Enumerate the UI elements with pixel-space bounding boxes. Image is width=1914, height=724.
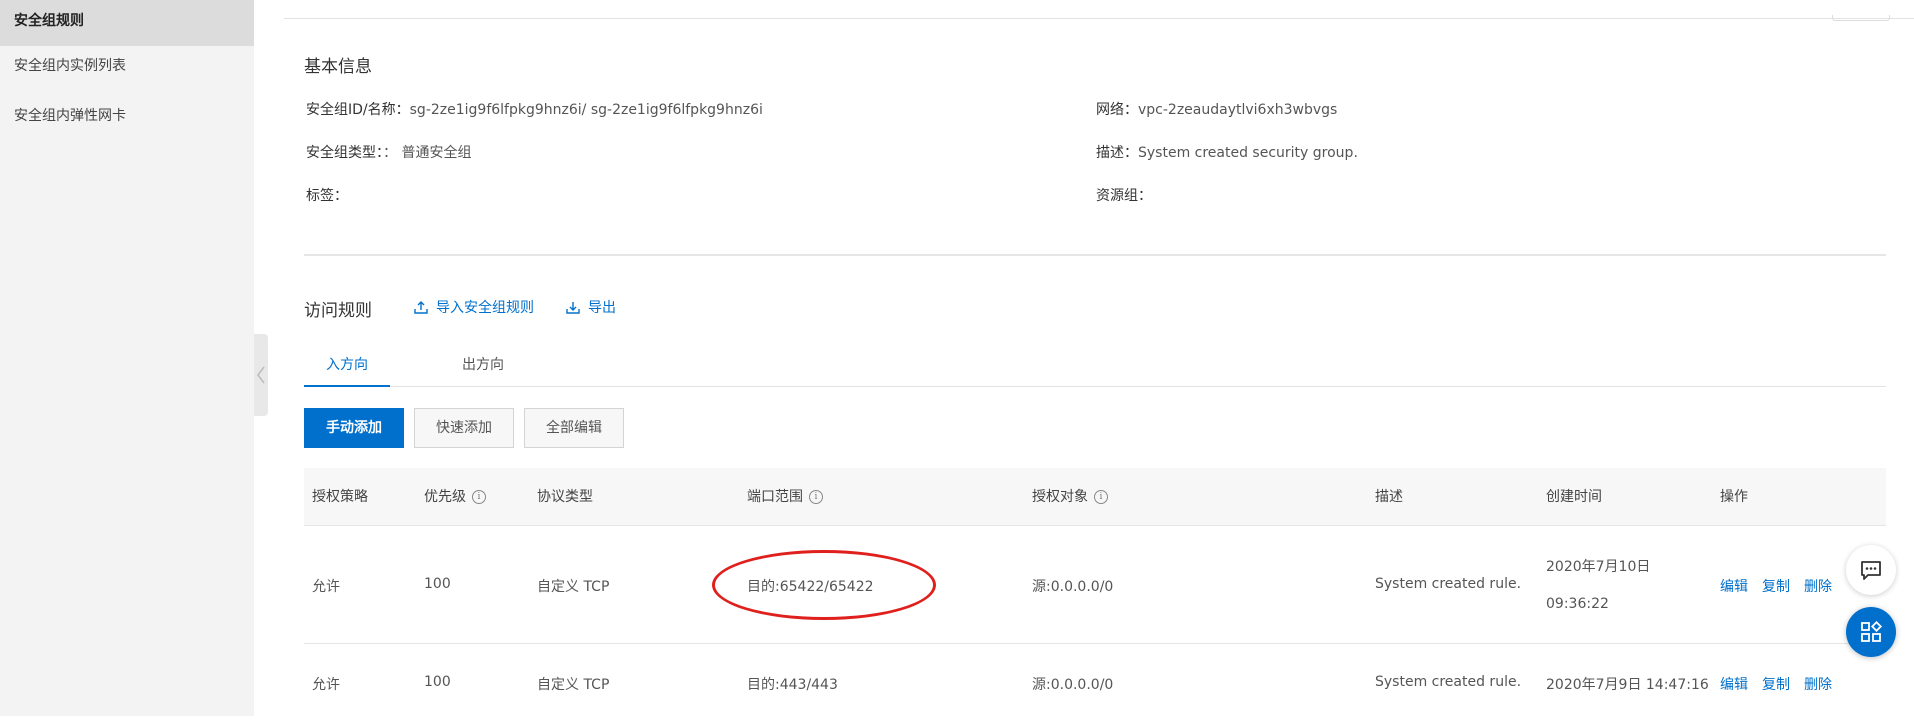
col-actions: 操作 [1720, 468, 1748, 526]
manual-add-button[interactable]: 手动添加 [304, 408, 404, 448]
col-port-range: 端口范围 i [747, 468, 823, 526]
row-protocol: 自定义 TCP [537, 677, 610, 693]
col-created-label: 创建时间 [1546, 489, 1602, 505]
col-description: 描述 [1375, 468, 1403, 526]
network-value: vpc-2zeaudaytlvi6xh3wbvgs [1138, 102, 1338, 118]
info-icon[interactable]: i [1094, 490, 1108, 504]
col-priority-label: 优先级 [424, 489, 466, 505]
copy-link[interactable]: 复制 [1762, 576, 1790, 596]
info-icon[interactable]: i [809, 490, 823, 504]
tags-label: 标签： [306, 188, 348, 204]
row-description: System created rule. [1375, 576, 1522, 592]
highlight-annotation [712, 550, 936, 620]
rules-table-header: 授权策略 优先级 i 协议类型 端口范围 i 授权对象 i 描述 创建时间 操作 [304, 468, 1886, 526]
copy-link[interactable]: 复制 [1762, 674, 1790, 694]
export-label: 导出 [588, 300, 616, 316]
delete-link[interactable]: 删除 [1804, 674, 1832, 694]
tags-row: 标签： [306, 185, 348, 205]
col-target: 授权对象 i [1032, 468, 1108, 526]
network-row: 网络：vpc-2zeaudaytlvi6xh3wbvgs [1096, 99, 1337, 119]
col-description-label: 描述 [1375, 489, 1403, 505]
info-icon[interactable]: i [472, 490, 486, 504]
upload-icon [414, 301, 428, 314]
row-protocol: 自定义 TCP [537, 579, 610, 595]
col-protocol: 协议类型 [537, 468, 593, 526]
direction-tabs: 入方向 出方向 [304, 345, 1886, 387]
tab-outbound[interactable]: 出方向 [440, 345, 526, 387]
row-port-range: 目的:443/443 [747, 677, 838, 693]
row-created-date: 2020年7月10日 [1546, 559, 1651, 575]
section-divider [304, 254, 1886, 256]
resource-group-label: 资源组： [1096, 188, 1152, 204]
edit-link[interactable]: 编辑 [1720, 576, 1748, 596]
col-actions-label: 操作 [1720, 489, 1748, 505]
export-button[interactable]: 导出 [566, 297, 616, 317]
col-created: 创建时间 [1546, 468, 1602, 526]
row-created: 2020年7月9日 14:47:16 [1546, 677, 1709, 693]
col-policy: 授权策略 [312, 468, 368, 526]
sg-id-row: 安全组ID/名称：sg-2ze1ig9f6lfpkg9hnz6i/ sg-2ze… [306, 99, 763, 119]
sidebar-item-sg-rules[interactable]: 安全组规则 [0, 0, 254, 46]
row-policy: 允许 [312, 579, 340, 595]
sg-id-label: 安全组ID/名称： [306, 102, 410, 118]
description-value: System created security group. [1138, 145, 1358, 161]
main-content: 基本信息 安全组ID/名称：sg-2ze1ig9f6lfpkg9hnz6i/ s… [284, 0, 1914, 716]
resource-group-row: 资源组： [1096, 185, 1152, 205]
sidebar: 安全组规则 安全组内实例列表 安全组内弹性网卡 [0, 0, 254, 716]
row-target: 源:0.0.0.0/0 [1032, 677, 1114, 693]
col-priority: 优先级 i [424, 468, 486, 526]
sidebar-item-enis[interactable]: 安全组内弹性网卡 [0, 96, 254, 146]
table-row: 允许 100 自定义 TCP 目的:65422/65422 源:0.0.0.0/… [304, 526, 1886, 644]
col-protocol-label: 协议类型 [537, 489, 593, 505]
top-right-button[interactable] [1832, 15, 1890, 21]
apps-button[interactable] [1846, 607, 1896, 657]
description-label: 描述： [1096, 145, 1138, 161]
apps-icon [1861, 620, 1883, 642]
row-priority: 100 [424, 576, 451, 592]
col-port-range-label: 端口范围 [747, 489, 803, 505]
row-created-time: 09:36:22 [1546, 596, 1609, 612]
top-divider [284, 15, 1914, 21]
import-rules-button[interactable]: 导入安全组规则 [414, 297, 534, 317]
chat-icon [1861, 561, 1881, 580]
sidebar-item-instances[interactable]: 安全组内实例列表 [0, 46, 254, 96]
description-row: 描述：System created security group. [1096, 142, 1358, 162]
chat-button[interactable] [1846, 545, 1896, 595]
sg-type-value: ： 普通安全组 [383, 145, 472, 161]
quick-add-button[interactable]: 快速添加 [414, 408, 514, 448]
sg-type-label: 安全组类型： [306, 145, 383, 161]
download-icon [566, 302, 580, 314]
network-label: 网络： [1096, 102, 1138, 118]
row-description: System created rule. [1375, 674, 1522, 690]
tab-inbound[interactable]: 入方向 [304, 345, 390, 387]
sidebar-collapse-handle[interactable] [254, 334, 268, 416]
basic-info-title: 基本信息 [304, 57, 372, 77]
col-target-label: 授权对象 [1032, 489, 1088, 505]
row-policy: 允许 [312, 677, 340, 693]
edit-all-button[interactable]: 全部编辑 [524, 408, 624, 448]
edit-link[interactable]: 编辑 [1720, 674, 1748, 694]
access-rules-title: 访问规则 [304, 301, 372, 321]
table-row: 允许 100 自定义 TCP 目的:443/443 源:0.0.0.0/0 Sy… [304, 644, 1886, 724]
sg-id-value: sg-2ze1ig9f6lfpkg9hnz6i/ sg-2ze1ig9f6lfp… [409, 102, 763, 118]
col-policy-label: 授权策略 [312, 489, 368, 505]
import-rules-label: 导入安全组规则 [436, 300, 534, 316]
delete-link[interactable]: 删除 [1804, 576, 1832, 596]
row-target: 源:0.0.0.0/0 [1032, 579, 1114, 595]
chevron-left-icon [257, 366, 265, 384]
sg-type-row: 安全组类型：： 普通安全组 [306, 142, 471, 162]
row-priority: 100 [424, 674, 451, 690]
